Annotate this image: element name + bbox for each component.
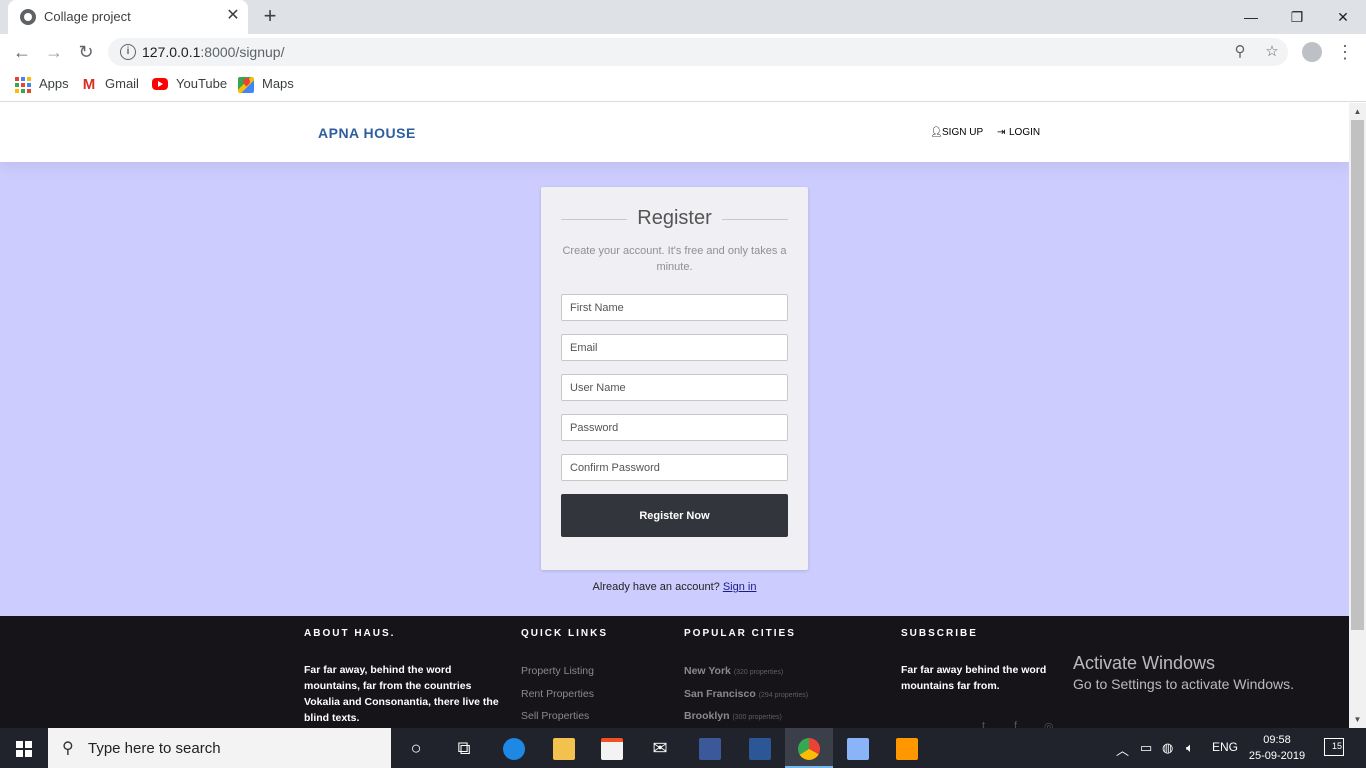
start-button[interactable] — [0, 728, 48, 768]
tab-strip: Collage project ✕ + — ❐ ✕ — [0, 0, 1366, 34]
powershell-icon[interactable] — [736, 728, 784, 768]
browser-tab[interactable]: Collage project ✕ — [8, 0, 248, 34]
taskbar-search-placeholder: Type here to search — [88, 740, 221, 757]
address-bar[interactable]: i 127.0.0.1:8000/signup/ ⚲ ☆ — [108, 38, 1288, 66]
site-brand[interactable]: APNA HOUSE — [318, 125, 416, 141]
chrome-taskbar-icon[interactable] — [785, 728, 833, 768]
email-input[interactable] — [561, 334, 788, 361]
footer-link-sell-properties[interactable]: Sell Properties — [521, 710, 589, 722]
bookmark-gmail[interactable]: M Gmail — [81, 76, 139, 96]
search-icon: ⚲ — [62, 740, 74, 757]
maximize-button[interactable]: ❐ — [1274, 4, 1320, 30]
mail-icon[interactable]: ✉ — [636, 728, 684, 768]
globe-icon — [20, 9, 36, 25]
file-explorer-icon[interactable] — [540, 728, 588, 768]
volume-icon[interactable]: 🔈︎ — [1186, 740, 1194, 756]
tab-title: Collage project — [44, 9, 131, 24]
username-input[interactable] — [561, 374, 788, 401]
nav-signup-link[interactable]: 👤︎SIGN UP — [930, 127, 983, 138]
bookmark-star-icon[interactable]: ☆ — [1262, 42, 1282, 62]
cortana-icon[interactable]: ○ — [392, 728, 440, 768]
page-scrollbar[interactable]: ▲ ▼ — [1349, 103, 1366, 728]
footer-city-item[interactable]: Brooklyn (300 properties) — [684, 710, 782, 722]
apps-grid-icon — [15, 76, 31, 93]
site-header: APNA HOUSE 👤︎SIGN UP ⇥ LOGIN — [0, 103, 1349, 162]
footer-about-heading: ABOUT HAUS. — [304, 628, 396, 639]
sublime-text-icon[interactable] — [883, 728, 931, 768]
twitter-icon[interactable]: t — [982, 720, 985, 728]
scroll-down-icon[interactable]: ▼ — [1349, 711, 1366, 728]
signin-link[interactable]: Sign in — [723, 581, 757, 593]
address-url[interactable]: 127.0.0.1:8000/signup/ — [142, 44, 284, 60]
paint-icon[interactable] — [834, 728, 882, 768]
tab-close-icon[interactable]: ✕ — [224, 7, 242, 25]
tray-overflow-icon[interactable]: ︿ — [1116, 740, 1129, 759]
profile-avatar-icon[interactable] — [1302, 42, 1322, 62]
taskbar-search[interactable]: ⚲ Type here to search — [48, 728, 391, 768]
maps-icon — [238, 76, 254, 93]
windows-taskbar: ⚲ Type here to search ○ ⧉ ✉ ︿ ▭ ◍ 🔈︎ ENG… — [0, 728, 1366, 768]
site-info-icon[interactable]: i — [120, 44, 136, 60]
youtube-icon — [152, 77, 168, 90]
register-now-button[interactable]: Register Now — [561, 494, 788, 537]
store-icon[interactable] — [588, 728, 636, 768]
language-indicator[interactable]: ENG — [1212, 740, 1238, 754]
register-subtitle: Create your account. It's free and only … — [562, 245, 787, 273]
register-card: Register Create your account. It's free … — [541, 187, 808, 570]
facebook-icon[interactable]: f — [1014, 720, 1017, 728]
windows-logo-icon — [16, 741, 32, 757]
password-input[interactable] — [561, 414, 788, 441]
footer-subscribe-heading: SUBSCRIBE — [901, 628, 978, 639]
scroll-up-icon[interactable]: ▲ — [1349, 103, 1366, 120]
activate-windows-watermark: Activate Windows Go to Settings to activ… — [1073, 653, 1294, 692]
notification-center-icon[interactable]: 15 — [1324, 738, 1344, 756]
edge-icon[interactable] — [490, 728, 538, 768]
register-title: Register — [637, 207, 712, 229]
network-icon[interactable]: ◍ — [1162, 740, 1173, 756]
user-icon: 👤︎ — [930, 127, 943, 138]
confirm-password-input[interactable] — [561, 454, 788, 481]
chrome-menu-icon[interactable]: ⋮ — [1336, 40, 1354, 64]
instagram-icon[interactable]: ◎ — [1044, 720, 1054, 728]
taskbar-clock[interactable]: 09:58 25-09-2019 — [1244, 732, 1310, 764]
back-icon[interactable]: ← — [10, 40, 34, 64]
footer-city-item[interactable]: New York (320 properties) — [684, 665, 783, 677]
facebook-app-icon[interactable] — [686, 728, 734, 768]
minimize-button[interactable]: — — [1228, 4, 1274, 30]
task-view-icon[interactable]: ⧉ — [440, 728, 488, 768]
reload-icon[interactable]: ↻ — [74, 40, 98, 64]
browser-toolbar: ← → ↻ i 127.0.0.1:8000/signup/ ⚲ ☆ ⋮ — [0, 34, 1366, 70]
forward-icon[interactable]: → — [42, 40, 66, 64]
login-icon: ⇥ — [997, 127, 1006, 138]
bookmark-maps[interactable]: Maps — [238, 76, 294, 96]
gmail-icon: M — [82, 75, 96, 93]
footer-city-item[interactable]: San Francisco (294 properties) — [684, 688, 808, 700]
footer-subscribe-text: Far far away behind the word mountains f… — [901, 664, 1047, 692]
battery-icon[interactable]: ▭ — [1140, 740, 1152, 756]
register-title-row: Register — [561, 207, 788, 231]
footer-cities-heading: POPULAR CITIES — [684, 628, 796, 639]
footer-link-property-listing[interactable]: Property Listing — [521, 665, 594, 677]
footer-about-text: Far far away, behind the word mountains,… — [304, 664, 499, 724]
bookmarks-bar: Apps M Gmail YouTube Maps — [0, 70, 1366, 102]
bookmark-youtube[interactable]: YouTube — [152, 76, 227, 96]
footer-quick-links-heading: QUICK LINKS — [521, 628, 608, 639]
page-viewport: APNA HOUSE 👤︎SIGN UP ⇥ LOGIN Register Cre… — [0, 103, 1349, 728]
footer-link-rent-properties[interactable]: Rent Properties — [521, 688, 594, 700]
bookmark-apps[interactable]: Apps — [15, 76, 69, 96]
zoom-icon[interactable]: ⚲ — [1230, 42, 1250, 62]
first-name-input[interactable] — [561, 294, 788, 321]
new-tab-button[interactable]: + — [258, 5, 282, 29]
close-window-button[interactable]: ✕ — [1320, 4, 1366, 30]
signin-prompt: Already have an account? Sign in — [592, 581, 757, 593]
nav-login-link[interactable]: ⇥ LOGIN — [997, 127, 1040, 138]
scroll-thumb[interactable] — [1351, 120, 1364, 630]
